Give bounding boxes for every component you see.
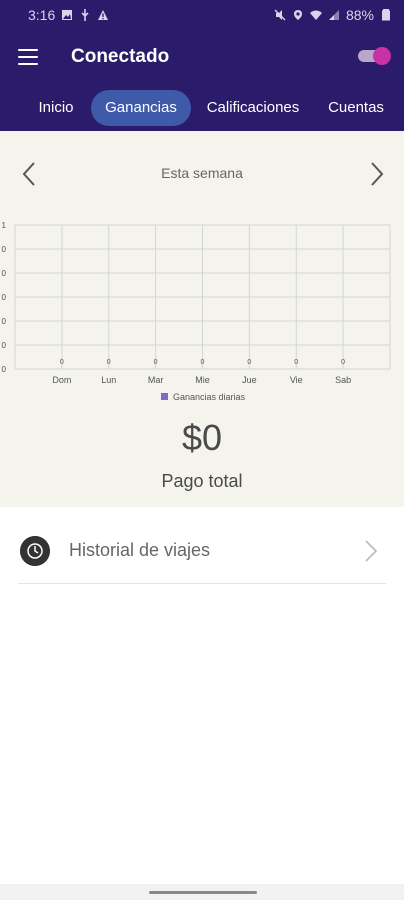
hamburger-menu-icon[interactable] (18, 49, 38, 65)
earnings-chart: 1 0 0 0 0 0 0 0 0 0 0 0 0 0 Dom Lun Mar Mie Jue Vie Sab Ga… (2, 221, 391, 402)
status-left: 3:16 (28, 7, 109, 23)
status-time: 3:16 (28, 7, 56, 23)
chart-x-tick-label: Mar (148, 375, 164, 385)
clock-icon (20, 536, 50, 566)
chart-x-axis: Dom Lun Mar Mie Jue Vie Sab (52, 375, 351, 385)
chart-y-tick-label: 0 (2, 365, 7, 374)
legend-swatch (161, 393, 168, 400)
tab-ganancias[interactable]: Ganancias (91, 90, 191, 126)
chevron-right-icon (365, 540, 378, 562)
image-notification-icon (62, 10, 73, 20)
system-nav-bar (0, 884, 404, 900)
toggle-knob (373, 47, 391, 65)
chart-legend: Ganancias diarias (161, 392, 246, 402)
app-bar: Conectado Inicio Ganancias Calificacione… (0, 30, 404, 131)
chart-y-tick-label: 0 (2, 269, 7, 278)
mute-icon (274, 9, 286, 21)
status-bar: 3:16 88% (0, 0, 404, 30)
chart-data-label: 0 (107, 359, 111, 366)
total-label: Pago total (161, 471, 243, 491)
chart-data-labels: 0 0 0 0 0 0 0 (60, 359, 345, 366)
chart-y-tick-label: 0 (2, 317, 7, 326)
chart-y-axis: 1 0 0 0 0 0 0 (2, 221, 7, 374)
chart-y-tick-label: 0 (2, 245, 7, 254)
chart-x-tick-label: Jue (242, 375, 257, 385)
chart-x-tick-label: Sab (335, 375, 351, 385)
chart-x-tick-label: Lun (101, 375, 116, 385)
week-navigator: Esta semana (0, 161, 404, 187)
battery-icon (382, 9, 390, 21)
week-label: Esta semana (161, 165, 243, 181)
chart-data-label: 0 (294, 359, 298, 366)
chart-data-label: 0 (60, 359, 64, 366)
home-indicator[interactable] (149, 891, 257, 894)
earnings-panel: Esta semana 1 0 0 0 0 0 0 0 0 0 0 0 0 0 Dom Lun Mar Mie… (0, 131, 404, 507)
tab-inicio[interactable]: Inicio (24, 90, 88, 126)
chart-data-label: 0 (341, 359, 345, 366)
location-icon (293, 10, 302, 20)
usb-icon (81, 9, 89, 21)
next-week-chevron-icon[interactable] (366, 161, 386, 187)
online-toggle[interactable] (358, 47, 391, 65)
wifi-icon (309, 10, 322, 20)
tab-bar: Inicio Ganancias Calificaciones Cuentas (0, 90, 404, 126)
chart-x-tick-label: Mie (195, 375, 210, 385)
legend-label: Ganancias diarias (173, 392, 246, 402)
trip-history-row[interactable]: Historial de viajes (18, 520, 386, 584)
signal-icon (328, 10, 339, 20)
chart-grid (14, 224, 391, 370)
trip-history-label: Historial de viajes (69, 540, 211, 560)
chart-data-label: 0 (154, 359, 158, 366)
chart-data-label: 0 (201, 359, 205, 366)
total-amount: $0 (181, 417, 223, 458)
tab-cuentas[interactable]: Cuentas (320, 90, 392, 126)
chart-y-tick-label: 0 (2, 341, 7, 350)
chart-y-tick-label: 0 (2, 293, 7, 302)
chart-x-tick-label: Vie (290, 375, 303, 385)
chart-x-tick-label: Dom (52, 375, 71, 385)
chart-y-tick-label: 1 (2, 221, 7, 230)
warning-icon (98, 10, 109, 20)
battery-percent: 88% (345, 7, 374, 23)
status-right: 88% (274, 7, 392, 23)
app-title: Conectado (71, 46, 170, 67)
tab-calificaciones[interactable]: Calificaciones (198, 90, 308, 126)
chart-data-label: 0 (247, 359, 251, 366)
